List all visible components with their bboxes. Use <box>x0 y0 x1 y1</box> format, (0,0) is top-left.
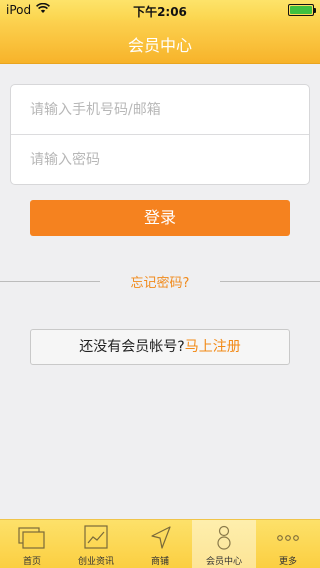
register-prompt: 还没有会员帐号? <box>79 339 185 355</box>
divider-right <box>220 281 320 282</box>
location-arrow-icon <box>145 525 175 551</box>
tab-home[interactable]: 首页 <box>0 520 64 568</box>
news-icon <box>81 525 111 551</box>
tab-member-center[interactable]: 会员中心 <box>192 520 256 568</box>
password-input[interactable] <box>11 135 309 185</box>
battery-icon <box>288 4 316 16</box>
tab-label: 首页 <box>22 557 41 567</box>
home-icon <box>17 525 47 551</box>
tab-shops[interactable]: 商铺 <box>128 520 192 568</box>
tab-label: 更多 <box>278 557 297 567</box>
tab-more[interactable]: 更多 <box>256 520 320 568</box>
more-icon <box>273 525 303 551</box>
register-link[interactable]: 马上注册 <box>185 339 241 355</box>
login-form <box>10 84 310 185</box>
tab-news[interactable]: 创业资讯 <box>64 520 128 568</box>
tab-label: 会员中心 <box>205 557 242 567</box>
user-icon <box>209 525 239 551</box>
page-title: 会员中心 <box>127 36 192 55</box>
status-time: 下午2:06 <box>133 5 187 19</box>
login-button[interactable]: 登录 <box>30 200 290 236</box>
battery-cap <box>314 8 316 13</box>
divider-left <box>0 281 100 282</box>
forgot-password-row: 忘记密码? <box>0 271 320 291</box>
status-bar: iPod 下午2:06 <box>0 0 320 20</box>
tab-label: 商铺 <box>150 557 169 567</box>
battery-fill <box>290 6 312 14</box>
tab-label: 创业资讯 <box>77 557 114 567</box>
phone-email-input[interactable] <box>11 85 309 135</box>
tab-bar: 首页 创业资讯 商铺 会员中心 更多 <box>0 519 320 568</box>
register-box[interactable]: 还没有会员帐号?马上注册 <box>30 329 290 365</box>
nav-bar: 会员中心 <box>0 20 320 64</box>
forgot-password-link[interactable]: 忘记密码? <box>100 272 220 291</box>
